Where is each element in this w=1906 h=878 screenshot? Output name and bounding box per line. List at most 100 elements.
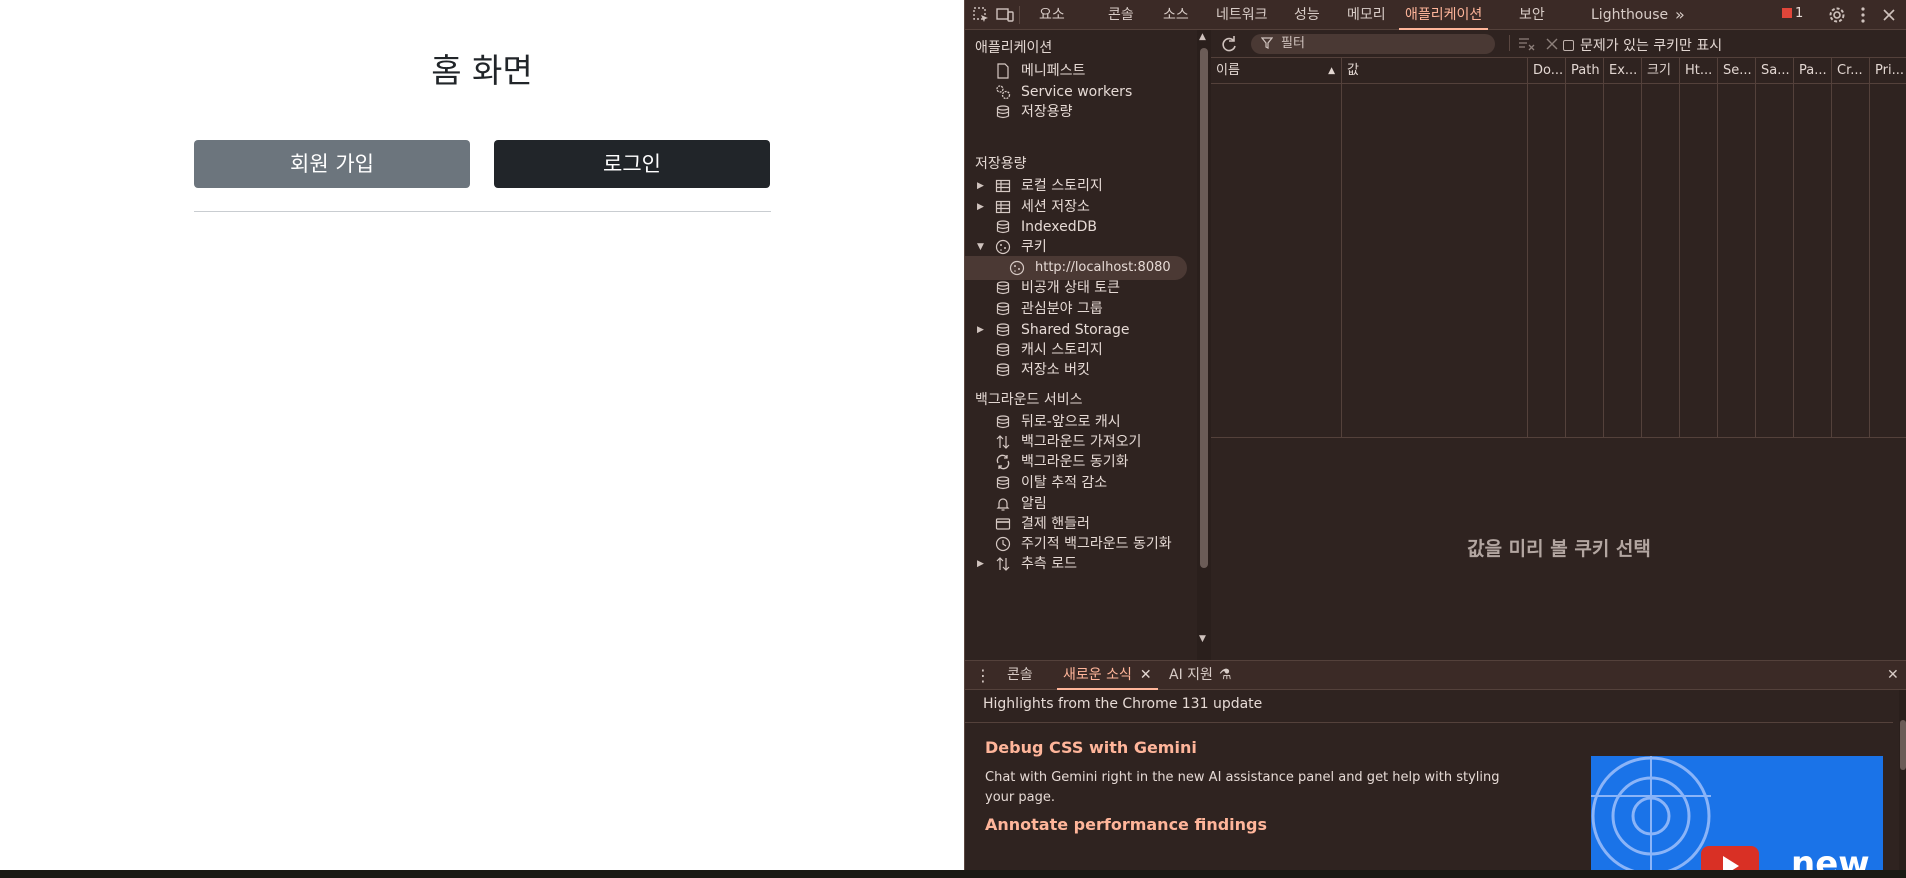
tab-sources[interactable]: 소스 xyxy=(1163,0,1189,30)
drawer-scrollbar[interactable] xyxy=(1899,690,1906,871)
close-drawer-icon[interactable]: ✕ xyxy=(1887,661,1899,690)
tab-application[interactable]: 애플리케이션 xyxy=(1399,0,1489,30)
column-divider xyxy=(1869,84,1870,438)
column-header-expires[interactable]: Ex... xyxy=(1603,58,1641,84)
column-divider xyxy=(1679,84,1680,438)
login-button[interactable]: 로그인 xyxy=(494,140,770,188)
bell-icon xyxy=(995,496,1011,512)
tab-elements[interactable]: 요소 xyxy=(1039,0,1065,30)
refresh-icon[interactable] xyxy=(1219,34,1239,54)
settings-gear-icon[interactable] xyxy=(1827,5,1847,25)
database-icon xyxy=(995,475,1011,491)
toolbar-separator xyxy=(1019,6,1020,24)
tab-memory[interactable]: 메모리 xyxy=(1347,0,1386,30)
taskbar-edge xyxy=(0,870,1906,878)
column-header-name[interactable]: 이름 ▲ xyxy=(1211,58,1341,84)
close-tab-icon[interactable]: ✕ xyxy=(1140,667,1152,683)
filter-placeholder: 필터 xyxy=(1281,36,1305,51)
column-header-cross-site[interactable]: Cr... xyxy=(1831,58,1869,84)
drawer-menu-icon[interactable]: ⋮ xyxy=(975,661,991,690)
database-icon xyxy=(995,322,1011,338)
clock-icon xyxy=(995,536,1011,552)
divider xyxy=(194,211,771,212)
file-icon xyxy=(995,63,1011,79)
filter-funnel-icon xyxy=(1260,36,1274,50)
scroll-up-icon[interactable]: ▲ xyxy=(1199,32,1206,42)
drawer-tab-console[interactable]: 콘솔 xyxy=(1007,661,1033,690)
scrollbar-thumb[interactable] xyxy=(1200,48,1208,568)
drawer-tab-ai-assistance[interactable]: AI 지원 ⚗ xyxy=(1169,661,1231,690)
column-header-secure[interactable]: Se... xyxy=(1717,58,1755,84)
sidebar-item-label: 저장소 버킷 xyxy=(1021,362,1090,378)
sidebar-item-label: 저장용량 xyxy=(1021,104,1073,120)
card-icon xyxy=(995,516,1011,532)
sidebar-item-speculative-loads[interactable]: ▶ 추측 로드 xyxy=(965,552,1189,576)
tab-performance[interactable]: 성능 xyxy=(1294,0,1320,30)
column-divider xyxy=(1717,84,1718,438)
column-divider xyxy=(1641,84,1642,438)
column-divider xyxy=(1755,84,1756,438)
sidebar-item-storage[interactable]: 저장용량 xyxy=(965,100,1189,124)
drawer-tab-whats-new[interactable]: 새로운 소식 ✕ xyxy=(1057,661,1158,690)
more-options-icon[interactable] xyxy=(1853,5,1873,25)
database-icon xyxy=(995,414,1011,430)
highlights-heading: Highlights from the Chrome 131 update xyxy=(983,696,1263,712)
scrollbar-thumb[interactable] xyxy=(1900,720,1906,770)
sidebar-item-storage-buckets[interactable]: 저장소 버킷 xyxy=(965,358,1189,382)
device-toggle-icon[interactable] xyxy=(995,5,1015,25)
application-sidebar: 애플리케이션 메니페스트 Service workers 저장용량 저장용량 ▶… xyxy=(965,30,1197,660)
column-header-size[interactable]: 크기 xyxy=(1641,58,1679,84)
drawer-tab-label: AI 지원 xyxy=(1169,667,1213,683)
issues-count: 1 xyxy=(1795,6,1804,21)
gears-icon xyxy=(995,84,1011,100)
scroll-down-icon[interactable]: ▼ xyxy=(1199,634,1206,644)
devtools-panel: 요소 콘솔 소스 네트워크 성능 메모리 애플리케이션 보안 Lighthous… xyxy=(964,0,1906,871)
news-title[interactable]: Debug CSS with Gemini xyxy=(985,738,1197,757)
column-label: 이름 xyxy=(1216,63,1240,78)
inspect-element-icon[interactable] xyxy=(971,5,991,25)
column-header-partition[interactable]: Pa... xyxy=(1793,58,1831,84)
cookie-table: 이름 ▲ 값 Do... Path Ex... 크기 Ht... Se... Sa… xyxy=(1211,58,1906,438)
tab-console[interactable]: 콘솔 xyxy=(1108,0,1134,30)
sidebar-item-label: 추측 로드 xyxy=(1021,556,1077,572)
issues-badge[interactable]: 1 xyxy=(1782,6,1803,21)
news-title[interactable]: Annotate performance findings xyxy=(985,815,1267,834)
signup-button[interactable]: 회원 가입 xyxy=(194,140,470,188)
flask-icon: ⚗ xyxy=(1218,667,1232,683)
divider xyxy=(965,722,1893,723)
filter-input[interactable]: 필터 xyxy=(1251,34,1495,54)
delete-icon[interactable] xyxy=(1543,35,1563,55)
cookie-icon xyxy=(1009,260,1025,276)
whats-new-content: Highlights from the Chrome 131 update De… xyxy=(965,690,1906,871)
column-divider xyxy=(1831,84,1832,438)
devtools-drawer: ⋮ 콘솔 새로운 소식 ✕ AI 지원 ⚗ ✕ Highlights from th… xyxy=(965,660,1906,871)
tab-security[interactable]: 보안 xyxy=(1519,0,1545,30)
column-header-path[interactable]: Path xyxy=(1565,58,1603,84)
news-thumbnail[interactable]: new xyxy=(1591,756,1883,871)
expand-arrow-icon[interactable]: ▶ xyxy=(977,552,984,576)
table-icon xyxy=(995,199,1011,215)
news-image-text: new xyxy=(1791,844,1870,871)
sort-ascending-icon: ▲ xyxy=(1328,66,1335,76)
column-header-priority[interactable]: Pri... xyxy=(1869,58,1906,84)
column-header-value[interactable]: 값 xyxy=(1341,58,1527,84)
database-icon xyxy=(995,362,1011,378)
checkbox-box[interactable] xyxy=(1563,40,1574,51)
only-issues-checkbox[interactable]: 문제가 있는 쿠키만 표시 xyxy=(1563,35,1722,55)
tab-network[interactable]: 네트워크 xyxy=(1216,0,1268,30)
close-devtools-icon[interactable] xyxy=(1879,5,1899,25)
sidebar-scrollbar[interactable]: ▲ ▼ xyxy=(1197,30,1211,660)
database-icon xyxy=(995,342,1011,358)
devtools-toolbar: 요소 콘솔 소스 네트워크 성능 메모리 애플리케이션 보안 Lighthous… xyxy=(965,0,1906,30)
tab-lighthouse[interactable]: Lighthouse xyxy=(1591,0,1668,30)
cookie-preview-empty-message: 값을 미리 볼 쿠키 선택 xyxy=(1467,538,1651,560)
column-header-samesite[interactable]: Sa... xyxy=(1755,58,1793,84)
cookie-toolbar: 필터 문제가 있는 쿠키만 표시 xyxy=(1211,30,1906,58)
column-divider xyxy=(1341,84,1342,438)
more-tabs-icon[interactable]: » xyxy=(1675,0,1685,30)
column-header-domain[interactable]: Do... xyxy=(1527,58,1565,84)
only-issues-label: 문제가 있는 쿠키만 표시 xyxy=(1580,38,1723,54)
drawer-tab-label: 새로운 소식 xyxy=(1063,667,1132,683)
column-header-httponly[interactable]: Ht... xyxy=(1679,58,1717,84)
clear-filtered-icon[interactable] xyxy=(1517,35,1537,55)
